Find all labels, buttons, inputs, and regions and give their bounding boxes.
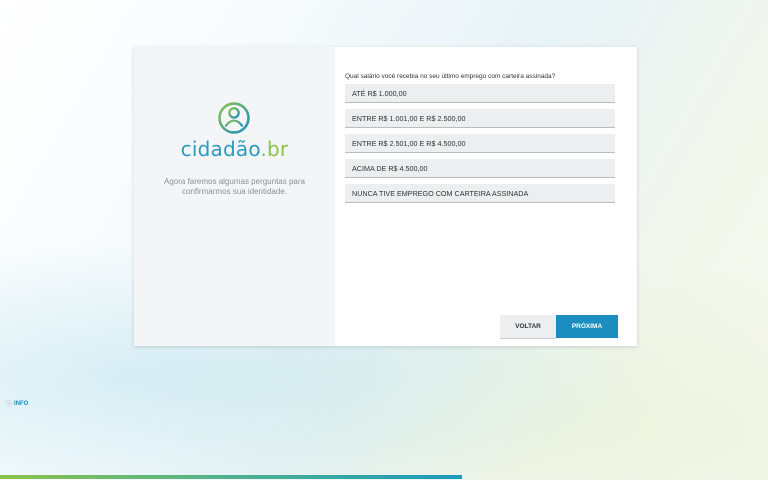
answer-option[interactable]: ENTRE R$ 2.501,00 E R$ 4.500,00 bbox=[345, 134, 615, 153]
identity-message: Agora faremos algumas perguntas para con… bbox=[164, 177, 305, 196]
info-icon: ⓘ bbox=[6, 402, 13, 408]
logo-text-suffix: .br bbox=[260, 137, 289, 161]
user-circle-icon bbox=[218, 102, 251, 134]
next-button[interactable]: PRÓXIMA bbox=[556, 315, 618, 338]
info-link[interactable]: ⓘ INFO bbox=[6, 399, 29, 409]
progress-bar bbox=[0, 475, 462, 479]
navigation-buttons: VOLTAR PRÓXIMA bbox=[500, 315, 618, 339]
info-label: INFO bbox=[14, 400, 29, 407]
logo-text-primary: cidadão bbox=[180, 137, 261, 161]
answer-option[interactable]: NUNCA TIVE EMPREGO COM CARTEIRA ASSINADA bbox=[345, 184, 615, 203]
question-panel: Qual salário você recebia no seu último … bbox=[335, 47, 637, 346]
logo: cidadão.br bbox=[181, 101, 289, 161]
logo-text: cidadão.br bbox=[181, 137, 289, 161]
identity-check-card: cidadão.br Agora faremos algumas pergunt… bbox=[134, 47, 637, 346]
back-button[interactable]: VOLTAR bbox=[500, 315, 556, 339]
answer-option[interactable]: ACIMA DE R$ 4.500,00 bbox=[345, 159, 615, 178]
answer-option[interactable]: ATÉ R$ 1.000,00 bbox=[345, 84, 615, 103]
question-text: Qual salário você recebia no seu último … bbox=[345, 73, 556, 80]
left-panel: cidadão.br Agora faremos algumas pergunt… bbox=[134, 47, 335, 346]
answer-option[interactable]: ENTRE R$ 1.001,00 E R$ 2.500,00 bbox=[345, 109, 615, 128]
